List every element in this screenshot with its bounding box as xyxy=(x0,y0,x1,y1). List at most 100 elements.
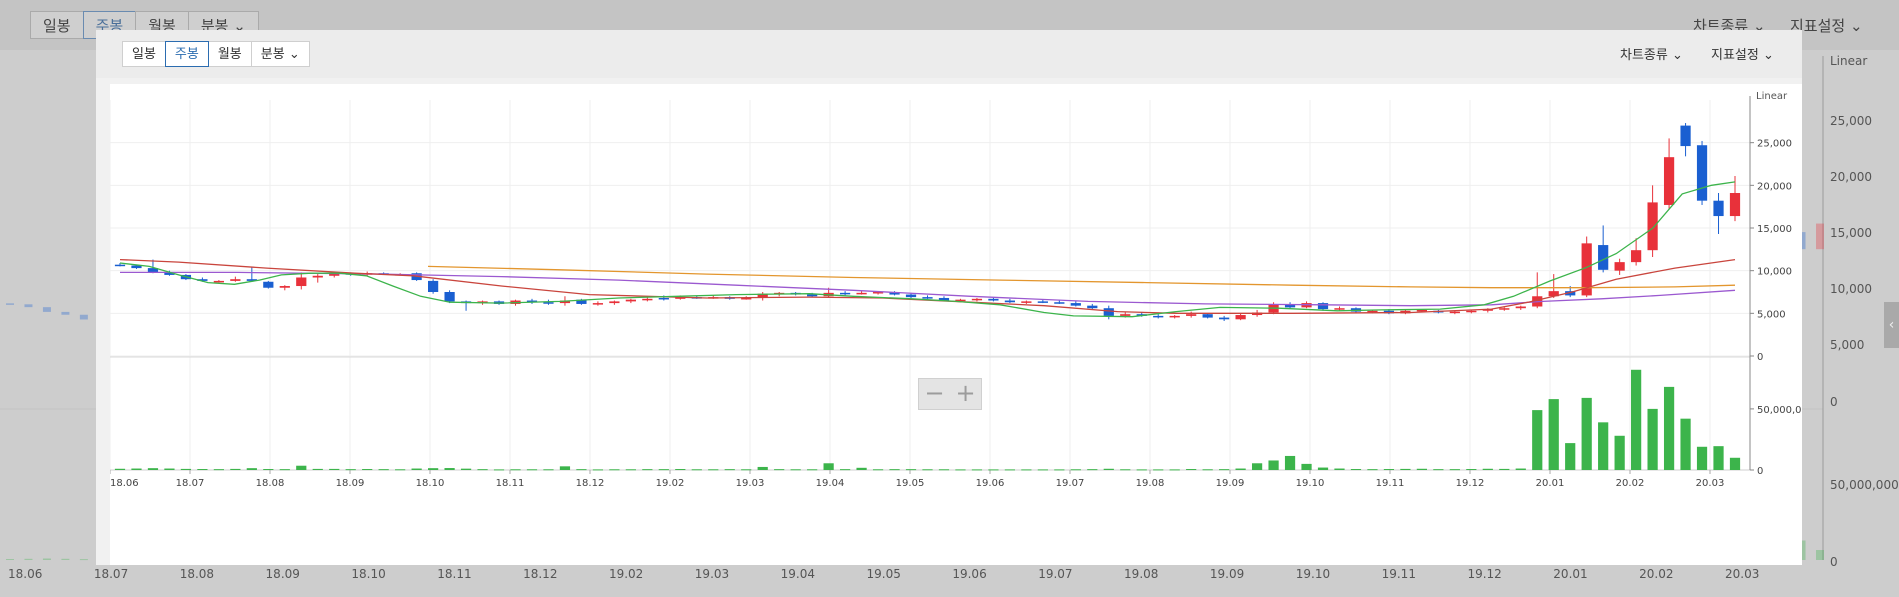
price-tick-label: 0 xyxy=(1757,352,1763,363)
background-x-tick-label: 20.02 xyxy=(1639,567,1674,581)
candle-body xyxy=(1004,300,1016,303)
volume-bar xyxy=(1070,469,1081,471)
volume-bar xyxy=(164,468,175,470)
background-x-tick-label: 19.11 xyxy=(1381,567,1416,581)
zoom-in-button[interactable]: + xyxy=(950,379,981,409)
candle-body xyxy=(114,264,126,267)
x-tick-label: 19.09 xyxy=(1216,478,1245,489)
background-x-tick-label: 19.05 xyxy=(866,567,901,581)
candle-body xyxy=(1729,193,1741,217)
price-tick-label: 5,000 xyxy=(1757,309,1786,320)
chevron-down-icon: ⌄ xyxy=(1762,48,1774,63)
volume-bar xyxy=(1548,399,1559,470)
candle-body xyxy=(1334,308,1345,310)
candle-body xyxy=(444,292,455,302)
volume-bar xyxy=(708,469,719,471)
panel-handle-chevron-left-icon[interactable]: ‹ xyxy=(1884,302,1899,348)
candle-body xyxy=(1499,308,1510,310)
volume-bar xyxy=(1532,410,1543,470)
background-volume-tick: 0 xyxy=(1830,555,1838,569)
volume-bar xyxy=(1482,468,1493,470)
background-x-tick-label: 18.12 xyxy=(523,567,558,581)
x-tick-label: 18.11 xyxy=(496,478,525,489)
volume-bar xyxy=(1350,469,1362,471)
background-x-tick-label: 19.06 xyxy=(952,567,987,581)
chart-modal: 일봉 주봉 월봉 분봉 ⌄ 차트종류 ⌄ 지표설정 ⌄ Linear 0 5,000… xyxy=(96,30,1814,565)
volume-bar xyxy=(1466,469,1477,471)
x-tick-label: 19.12 xyxy=(1456,478,1485,489)
volume-bar xyxy=(675,469,686,471)
tab-minute[interactable]: 분봉 ⌄ xyxy=(250,41,310,67)
candle-body xyxy=(263,281,274,288)
stock-chart-svg[interactable]: Linear 0 5,000 10,000 15,000 20,000 25,000 0 50,… xyxy=(109,84,1814,565)
x-tick-label: 18.10 xyxy=(416,478,445,489)
volume-bar xyxy=(1202,469,1213,471)
grid-lines xyxy=(109,100,1750,470)
background-x-tick-label: 18.11 xyxy=(437,567,472,581)
zoom-out-button[interactable]: − xyxy=(919,379,950,409)
volume-bar xyxy=(559,466,571,470)
background-tab-daily[interactable]: 일봉 xyxy=(30,11,84,39)
volume-bar xyxy=(1087,469,1098,471)
candle-body xyxy=(1037,301,1048,303)
candle-body xyxy=(988,298,999,301)
volume-bar xyxy=(1729,457,1741,470)
volume-bar xyxy=(576,469,587,471)
volume-bar xyxy=(362,469,373,471)
volume-bar xyxy=(856,467,867,470)
price-tick-label: 10,000 xyxy=(1757,267,1792,278)
chevron-down-icon: ⌄ xyxy=(1671,48,1683,63)
background-x-tick-label: 18.09 xyxy=(265,567,300,581)
volume-bar xyxy=(1054,469,1065,471)
chart-area[interactable]: Linear 0 5,000 10,000 15,000 20,000 25,000 0 50,… xyxy=(109,84,1814,565)
volume-bar xyxy=(1235,468,1246,470)
tab-monthly[interactable]: 월봉 xyxy=(207,41,252,67)
volume-bar xyxy=(1037,469,1048,471)
tab-daily[interactable]: 일봉 xyxy=(122,41,166,67)
volume-bar xyxy=(1499,468,1510,470)
candle-body xyxy=(856,292,867,295)
indicator-settings-menu[interactable]: 지표설정 ⌄ xyxy=(1711,44,1774,63)
volume-bar xyxy=(625,469,636,471)
candle-body xyxy=(1120,314,1131,316)
volume-bar xyxy=(510,469,521,471)
candle-body xyxy=(1021,301,1032,303)
candle-body xyxy=(1235,315,1246,320)
candle-body xyxy=(1087,305,1098,309)
volume-bar xyxy=(1120,469,1131,471)
x-tick-label: 18.09 xyxy=(336,478,365,489)
candle-body xyxy=(213,280,224,283)
volume-bar xyxy=(1251,463,1263,470)
volume-bar xyxy=(1219,469,1230,471)
chart-type-label: 차트종류 xyxy=(1620,48,1668,63)
volume-bar xyxy=(131,468,142,470)
candle-body xyxy=(1696,145,1708,201)
x-tick-label: 19.03 xyxy=(736,478,765,489)
tab-weekly[interactable]: 주봉 xyxy=(164,41,209,67)
candle-body xyxy=(1449,311,1460,314)
x-tick-label: 19.11 xyxy=(1376,478,1405,489)
background-x-tick-label: 19.10 xyxy=(1295,567,1331,581)
volume-bar xyxy=(938,469,950,471)
volume-bar xyxy=(345,469,356,471)
background-candle-body xyxy=(1816,223,1824,250)
volume-bar xyxy=(642,469,653,471)
candle-body xyxy=(296,277,307,287)
chart-type-menu[interactable]: 차트종류 ⌄ xyxy=(1620,44,1683,63)
background-price-tick: 15,000 xyxy=(1830,226,1872,240)
volume-bar xyxy=(526,469,538,471)
volume-bar xyxy=(329,468,340,470)
volume-bar xyxy=(1647,408,1658,470)
candle-body xyxy=(807,294,818,297)
volume-bar xyxy=(180,468,192,470)
candles xyxy=(114,123,1741,322)
candle-body xyxy=(625,299,636,302)
background-price-tick: 0 xyxy=(1830,395,1838,409)
x-tick-label: 19.10 xyxy=(1296,478,1325,489)
candle-body xyxy=(230,279,241,281)
background-x-tick-label: 18.08 xyxy=(179,567,215,581)
candle-body xyxy=(1186,314,1197,316)
volume-bar xyxy=(246,468,257,470)
candle-body xyxy=(658,297,669,300)
volume-bar xyxy=(955,469,966,471)
